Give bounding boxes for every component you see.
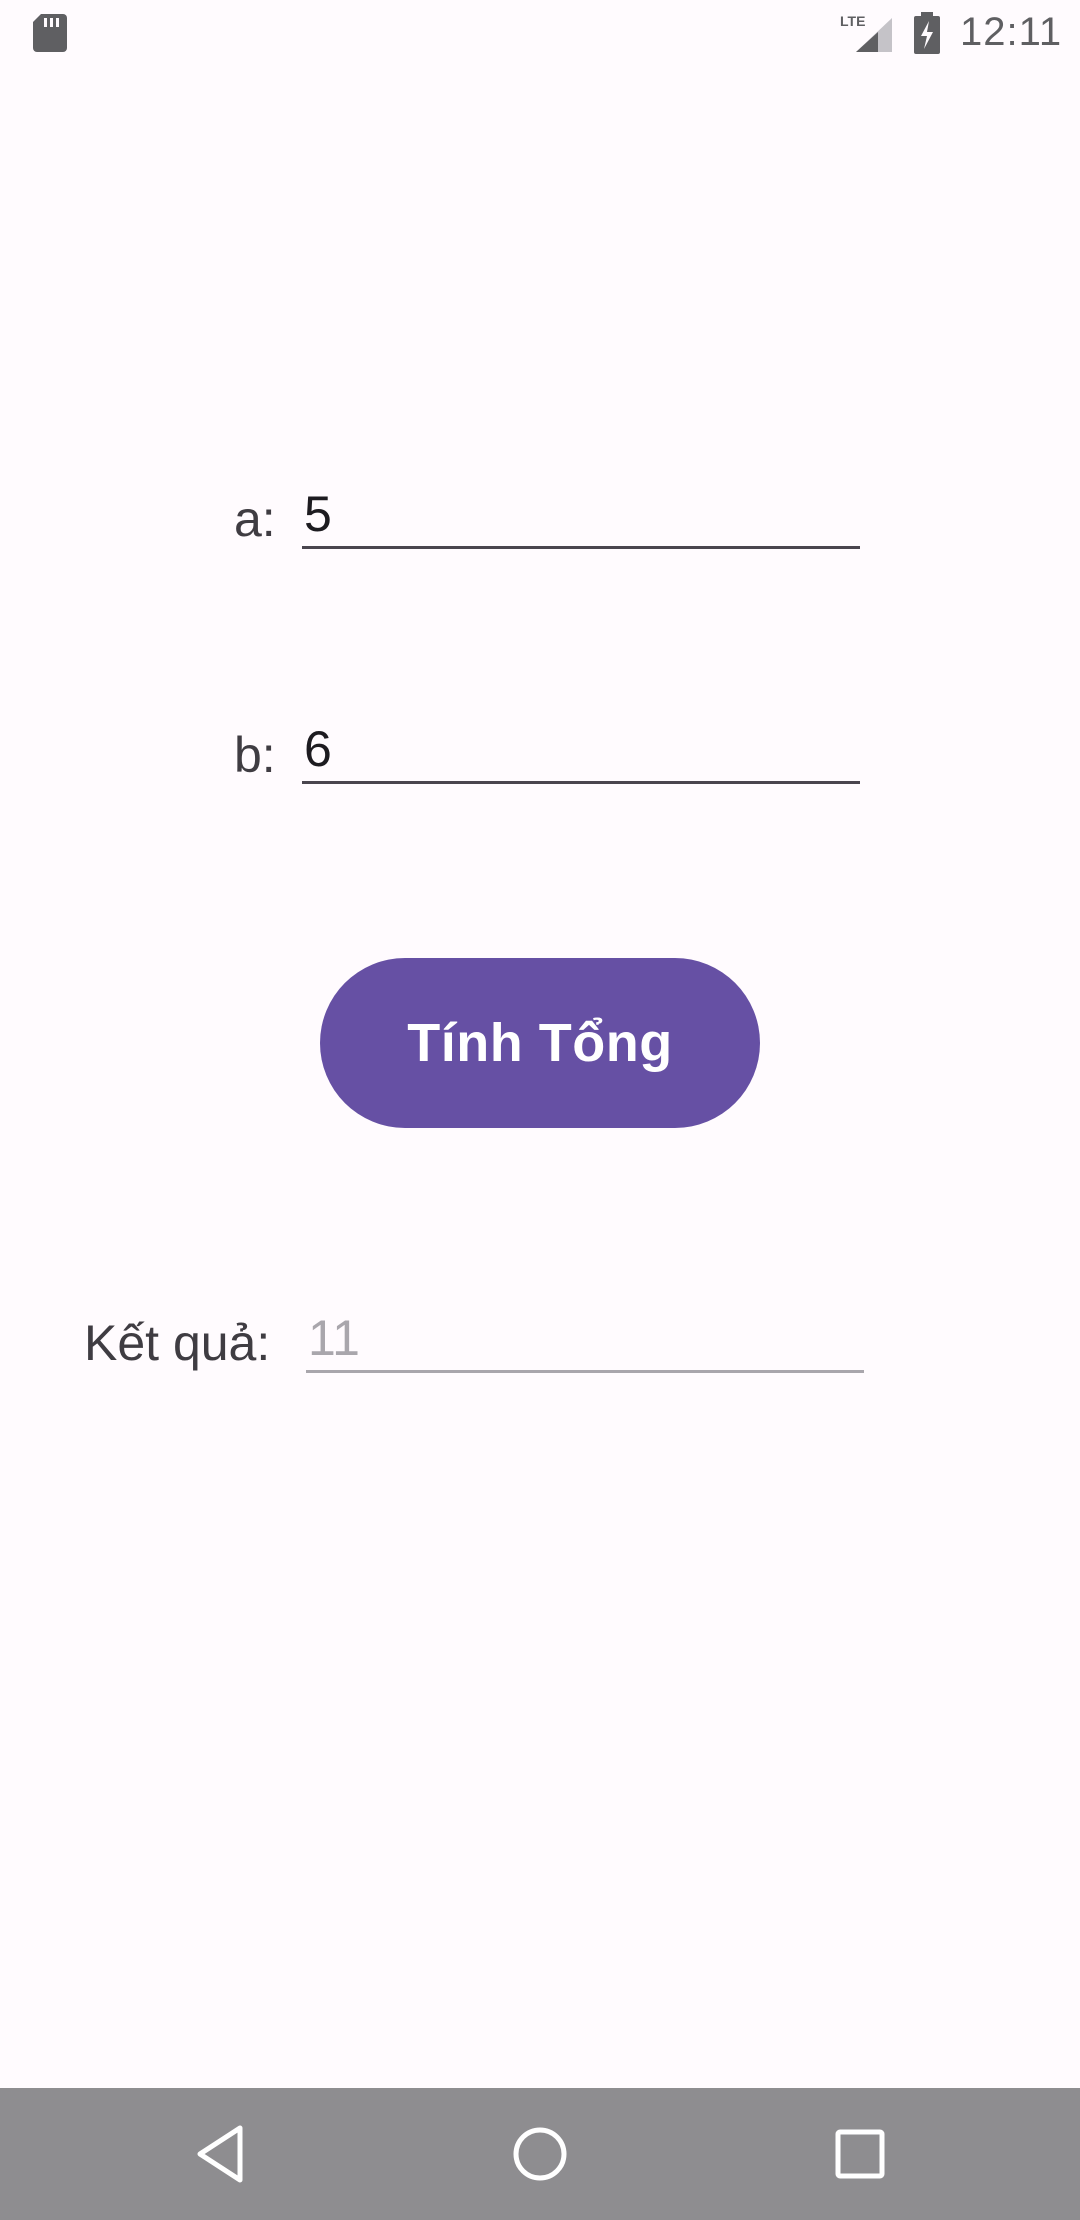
back-icon[interactable] <box>186 2118 258 2190</box>
svg-text:LTE: LTE <box>840 13 865 29</box>
lte-signal-icon: LTE <box>840 13 892 52</box>
label-result: Kết quả: <box>84 1315 271 1371</box>
input-a[interactable] <box>302 482 860 549</box>
home-icon[interactable] <box>504 2118 576 2190</box>
sum-button[interactable]: Tính Tổng <box>320 958 760 1128</box>
label-b: b: <box>234 727 276 783</box>
label-a: a: <box>234 491 276 547</box>
navigation-bar <box>0 2088 1080 2220</box>
input-b[interactable] <box>302 717 860 784</box>
status-bar: LTE 12:11 <box>0 0 1080 66</box>
recents-icon[interactable] <box>824 2118 896 2190</box>
sd-card-icon <box>33 14 67 52</box>
result-field <box>306 1306 864 1373</box>
status-clock: 12:11 <box>960 10 1063 54</box>
battery-charging-icon <box>914 12 940 54</box>
app-screen: LTE 12:11 a: b: Tính Tổng Kết quả: <box>0 0 1080 2220</box>
